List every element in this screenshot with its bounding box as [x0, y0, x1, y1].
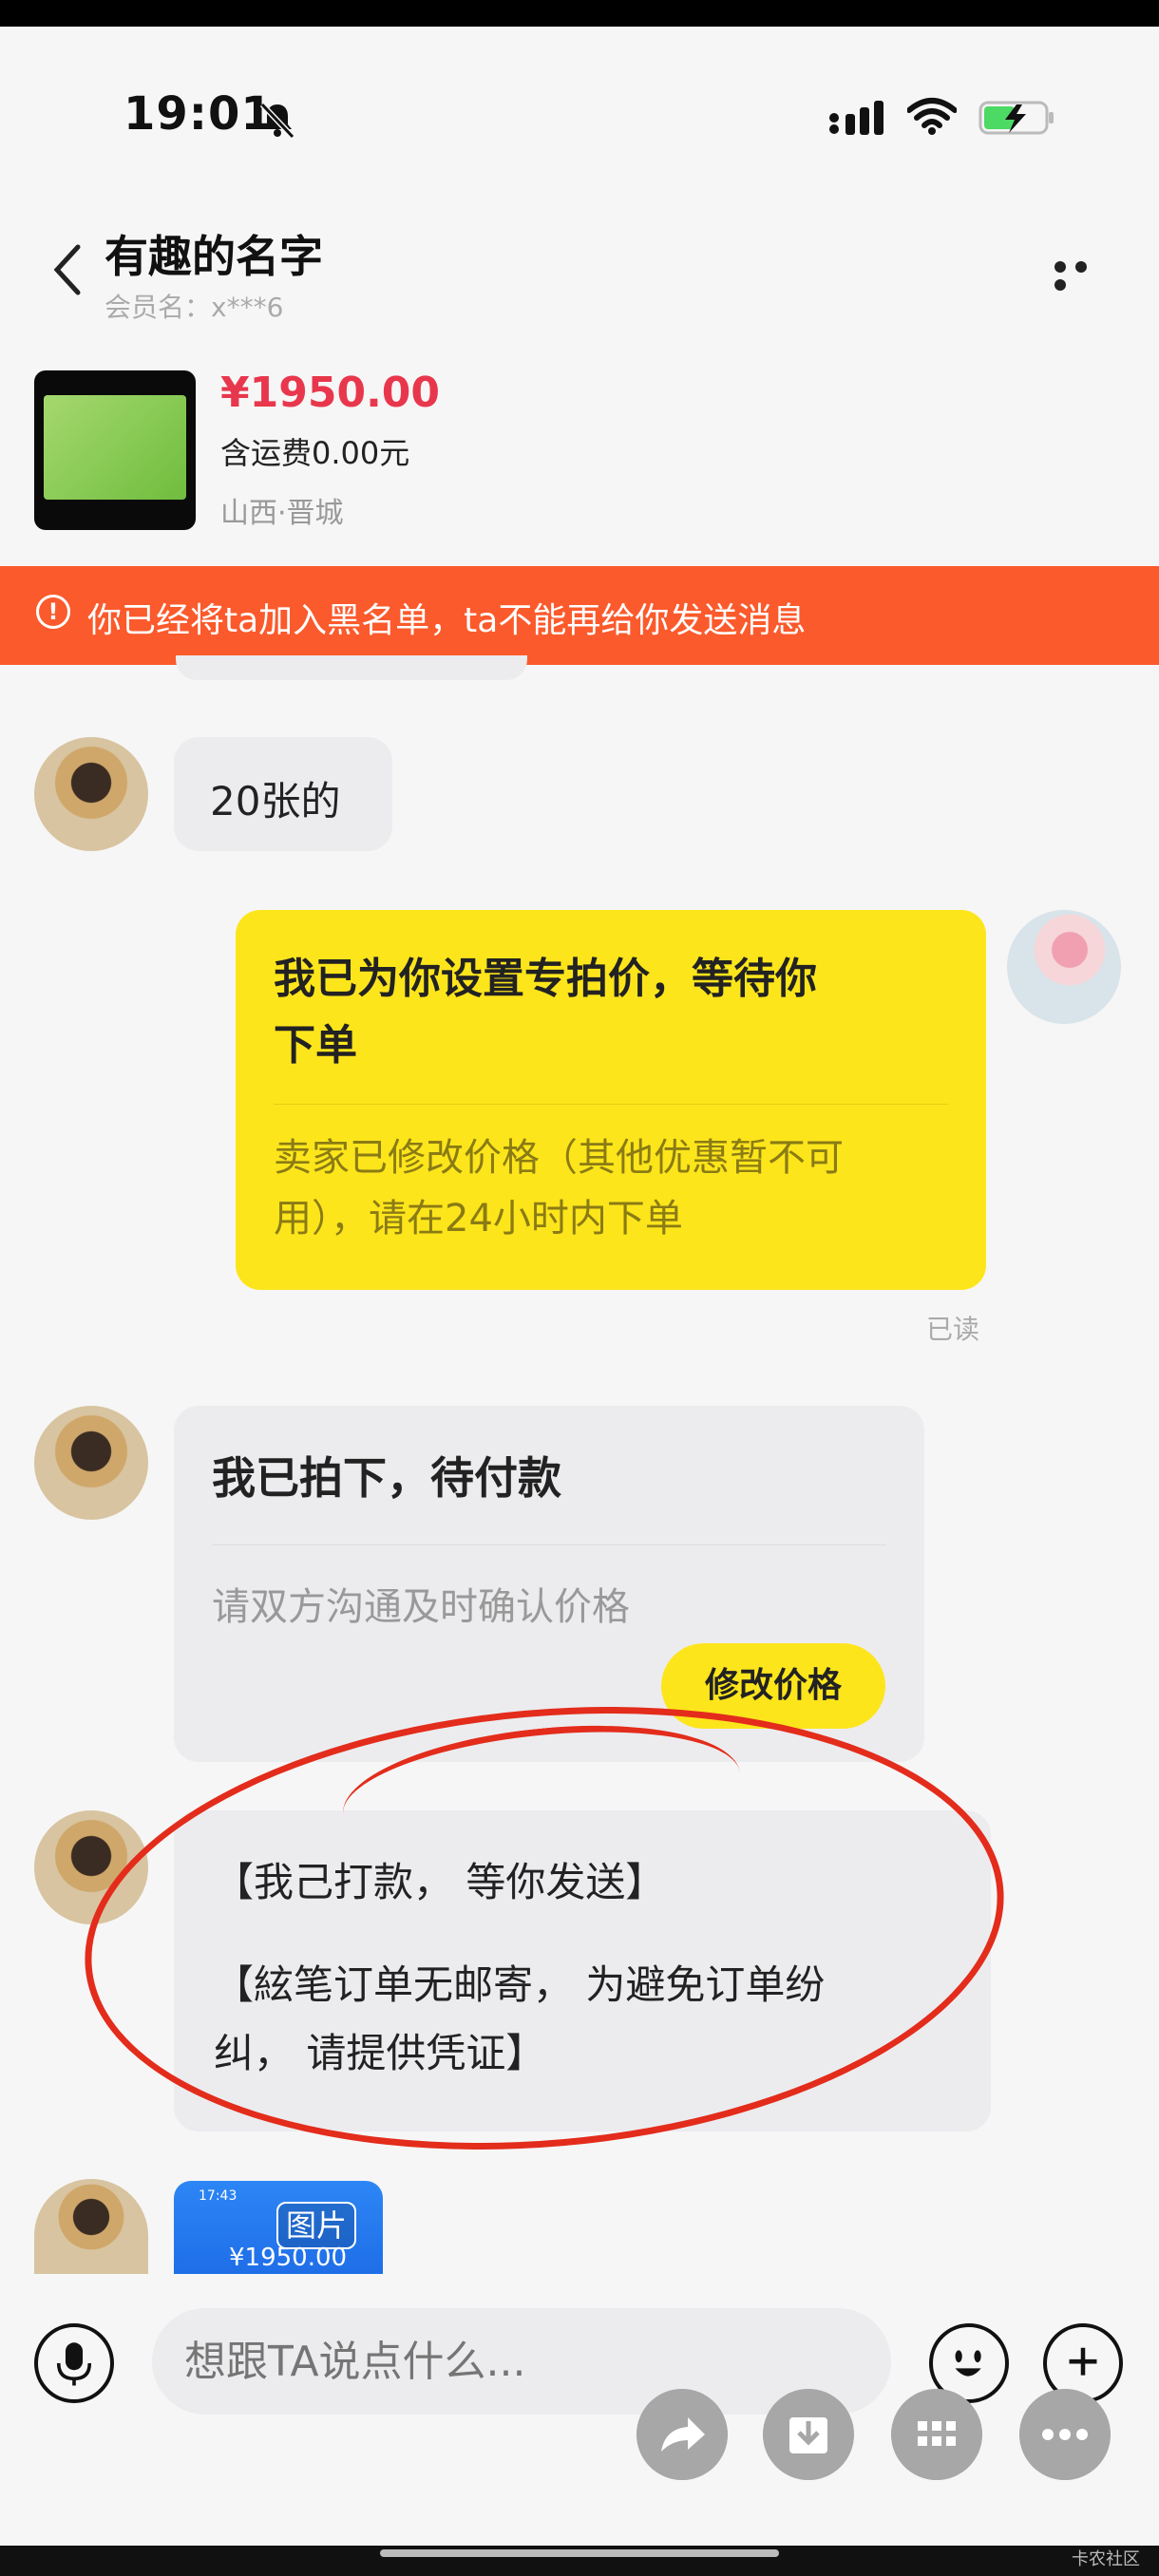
wifi-icon [907, 98, 957, 135]
message-bubble-partial [176, 655, 527, 680]
more-options-icon[interactable] [1054, 258, 1115, 291]
order-desc: 请双方沟通及时确认价格 [212, 1585, 630, 1629]
message-bubble: 20张的 [174, 737, 392, 851]
clock: 19:01 [124, 87, 274, 141]
watermark: 卡农社区 [1072, 2549, 1140, 2569]
member-id: 会员名：x***6 [104, 292, 284, 323]
back-arrow-icon[interactable] [49, 241, 87, 298]
product-price: ¥1950.00 [220, 369, 441, 417]
more-icon[interactable] [1019, 2389, 1111, 2480]
blacklist-banner: ! 你已经将ta加入黑名单，ta不能再给你发送消息 [0, 566, 1159, 665]
home-indicator[interactable] [380, 2549, 779, 2557]
microphone-icon[interactable] [34, 2323, 114, 2403]
image-tag: 图片 [276, 2202, 356, 2249]
card-title-line1: 我已为你设置专拍价，等待你 [274, 955, 817, 1003]
card-desc-line1: 卖家已修改价格（其他优惠暂不可 [274, 1136, 844, 1180]
read-status: 已读 [926, 1314, 980, 1345]
screenshot-time: 17:43 [199, 2188, 238, 2204]
divider [212, 1544, 886, 1545]
share-icon[interactable] [636, 2389, 728, 2480]
image-message[interactable]: 17:43 图片 ¥1950.00 [174, 2181, 383, 2274]
battery-charging-icon [978, 101, 1054, 135]
card-desc-line2: 用），请在24小时内下单 [274, 1197, 683, 1241]
product-thumbnail[interactable] [34, 370, 196, 530]
shipping-fee: 含运费0.00元 [220, 435, 410, 471]
screenshot-amount: ¥1950.00 [229, 2244, 348, 2272]
banner-text: 你已经将ta加入黑名单，ta不能再给你发送消息 [87, 601, 807, 640]
avatar[interactable] [34, 737, 148, 851]
card-title-line2: 下单 [274, 1021, 357, 1070]
divider [274, 1104, 948, 1105]
cellular-signal-icon [829, 101, 884, 135]
avatar[interactable] [34, 1406, 148, 1520]
price-set-card: 我已为你设置专拍价，等待你 下单 卖家已修改价格（其他优惠暂不可 用），请在24… [236, 910, 986, 1290]
download-icon[interactable] [763, 2389, 854, 2480]
bell-muted-icon [259, 102, 295, 140]
my-avatar[interactable] [1007, 910, 1121, 1024]
product-location: 山西·晋城 [220, 497, 344, 530]
warning-icon: ! [36, 595, 70, 629]
top-edge [0, 0, 1159, 27]
avatar[interactable] [34, 2179, 148, 2274]
order-title: 我已拍下，待付款 [212, 1452, 561, 1504]
contact-name: 有趣的名字 [104, 231, 323, 282]
grid-icon[interactable] [891, 2389, 982, 2480]
